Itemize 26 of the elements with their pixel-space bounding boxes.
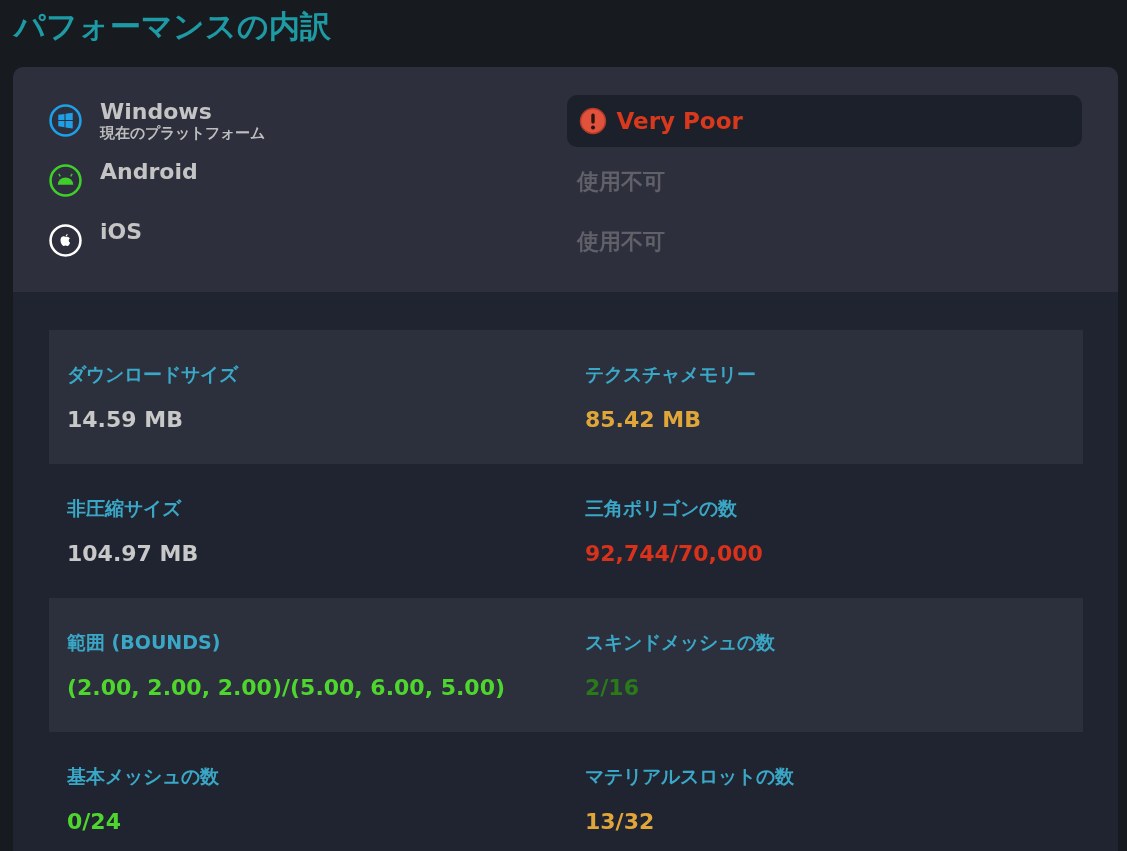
stat-label: 範囲 (BOUNDS) [67,630,222,655]
stat-label: 三角ポリゴンの数 [585,496,738,521]
stat-value: 85.42 MB [585,405,702,434]
stat-value: 104.97 MB [67,539,200,568]
stat-label: マテリアルスロットの数 [585,764,795,789]
platform-name: iOS [100,219,143,246]
stat-label: 基本メッシュの数 [67,764,220,789]
android-robot-icon [49,164,82,197]
stat-value: 13/32 [585,807,656,836]
page-title: パフォーマンスの内訳 [12,7,332,46]
stat-label: 非圧縮サイズ [67,496,183,521]
platform-name: Windows [100,99,213,125]
stat-label: テクスチャメモリー [585,362,757,387]
warning-icon [578,107,607,135]
platform-subtitle: 現在のプラットフォーム [100,125,265,142]
stat-label: スキンドメッシュの数 [585,630,776,655]
stat-label: ダウンロードサイズ [67,362,240,387]
stat-value: 0/24 [67,807,122,836]
stat-value: 2/16 [585,673,640,702]
stat-value: 14.59 MB [67,405,184,434]
windows-logo-icon [49,104,82,137]
platform-name: Android [100,159,198,186]
stat-value: 92,744/70,000 [585,539,764,568]
rating-text: Very Poor [616,106,743,136]
apple-logo-icon [49,224,82,257]
stat-value: (2.00, 2.00, 2.00)/(5.00, 6.00, 5.00) [67,673,506,702]
